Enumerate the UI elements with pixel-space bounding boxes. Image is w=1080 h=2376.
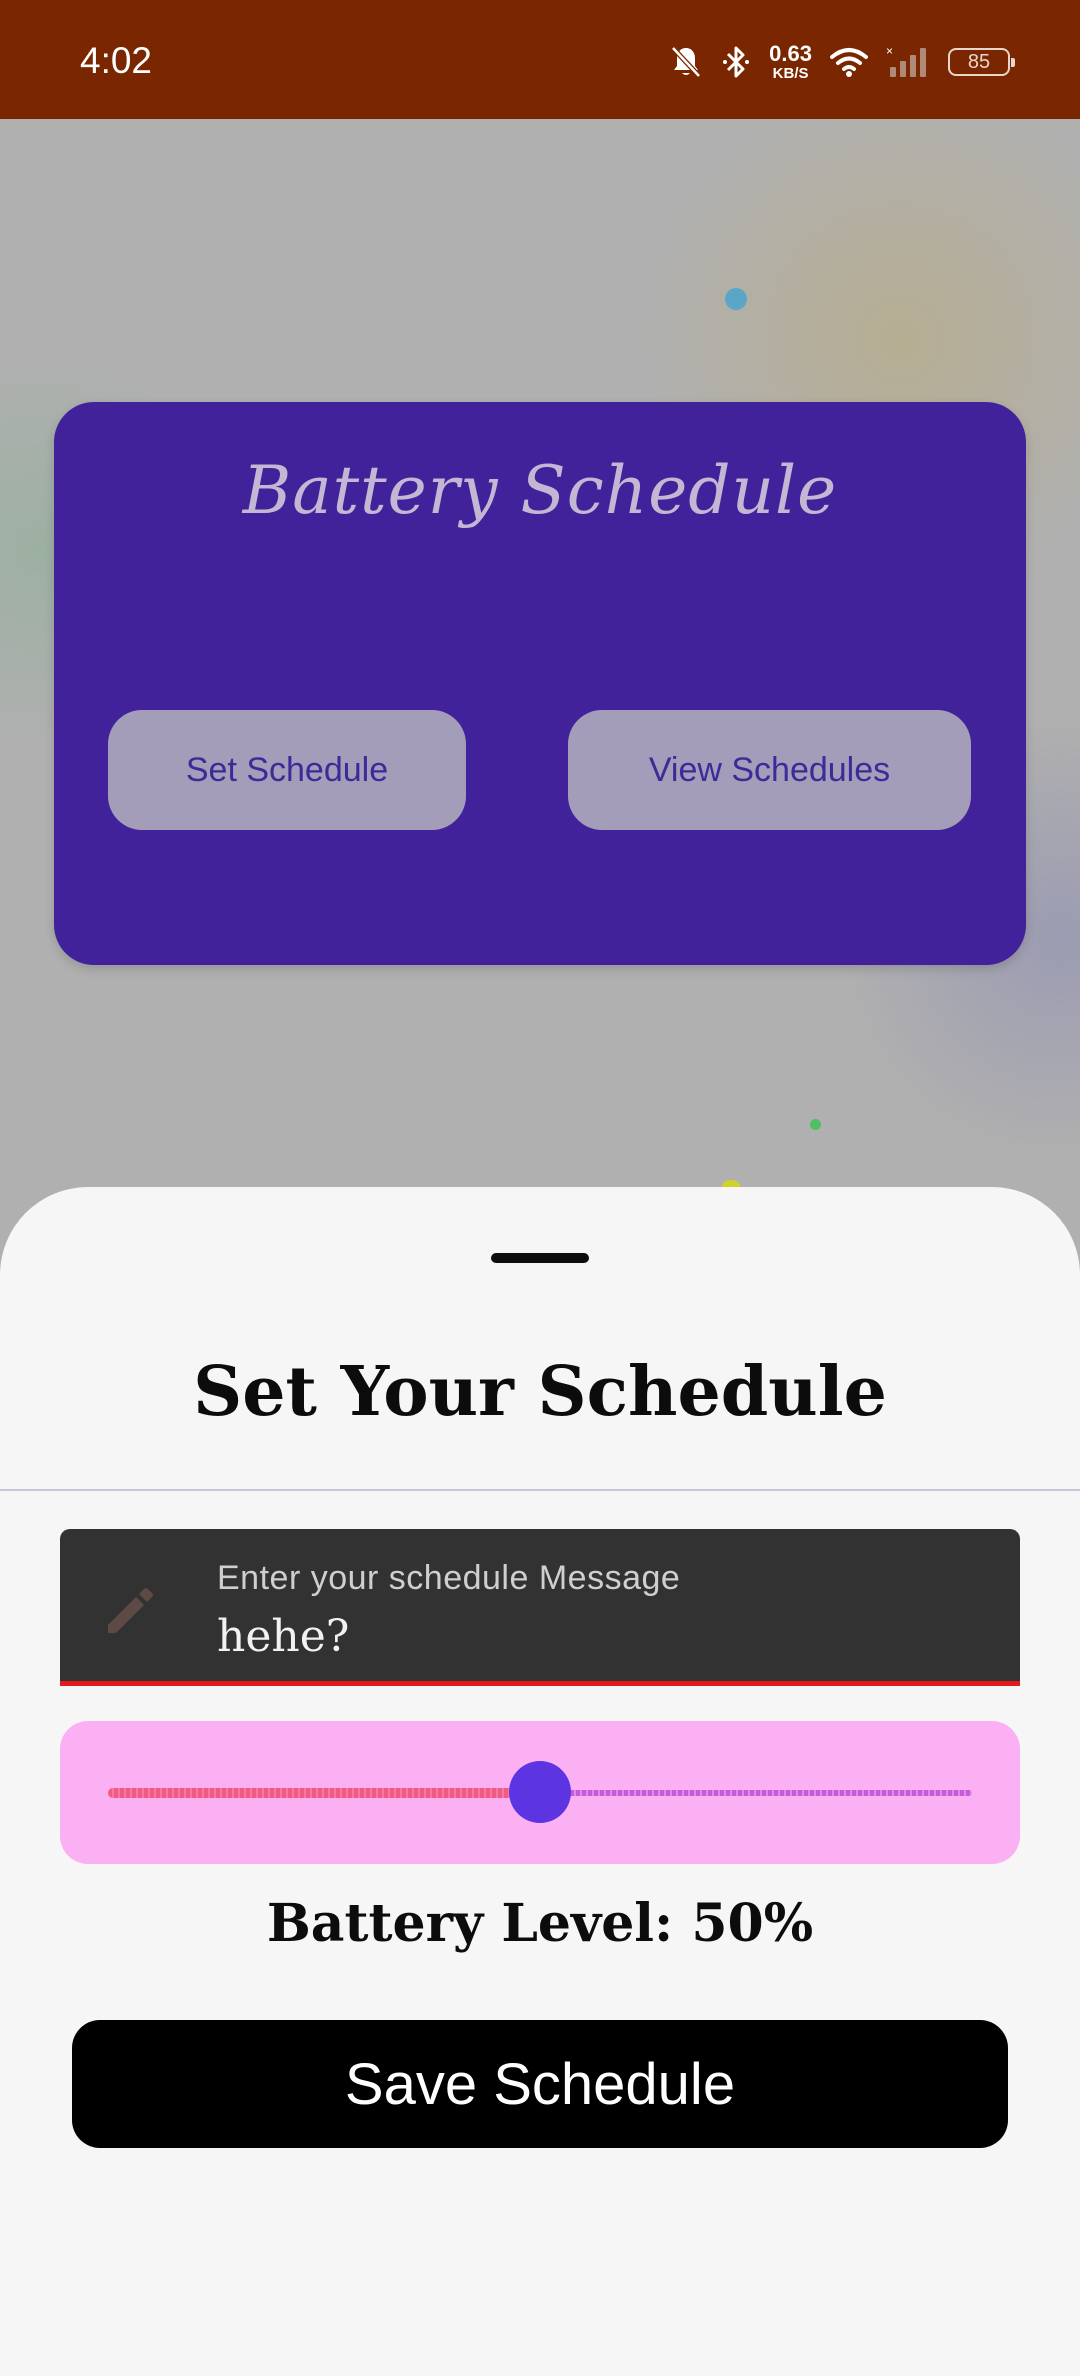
network-speed: 0.63 KB/S [769, 41, 812, 82]
save-schedule-button[interactable]: Save Schedule [72, 2020, 1008, 2148]
divider [0, 1489, 1080, 1491]
schedule-message-label: Enter your schedule Message [217, 1559, 681, 1597]
slider-thumb[interactable] [509, 1761, 571, 1823]
bell-off-icon [669, 44, 703, 80]
app-screen: 4:02 0.63 KB/S × 85 Battery Schedule Set… [0, 0, 1080, 2376]
status-time: 4:02 [80, 40, 153, 81]
network-speed-value: 0.63 [769, 41, 812, 66]
battery-level-text: Battery Level: 50% [266, 1893, 814, 1954]
set-schedule-button[interactable]: Set Schedule [108, 710, 466, 830]
schedule-message-field[interactable]: Enter your schedule Message [60, 1529, 1020, 1686]
battery-level-slider[interactable] [60, 1721, 1020, 1864]
bluetooth-icon [721, 44, 751, 80]
bottom-sheet: Set Your Schedule Enter your schedule Me… [0, 1187, 1080, 2376]
pencil-icon [100, 1579, 160, 1639]
decorative-dot [725, 288, 747, 310]
battery-icon: 85 [948, 48, 1015, 76]
sheet-title: Set Your Schedule [193, 1352, 887, 1432]
card-title: Battery Schedule [242, 452, 838, 529]
view-schedules-button[interactable]: View Schedules [568, 710, 971, 830]
schedule-message-input[interactable] [217, 1611, 977, 1662]
wifi-icon [830, 46, 868, 78]
network-speed-unit: KB/S [772, 65, 809, 82]
status-bar: 4:02 0.63 KB/S × 85 [0, 0, 1080, 119]
svg-text:×: × [886, 45, 893, 58]
slider-track-active [108, 1788, 540, 1798]
battery-schedule-card: Battery Schedule Set Schedule View Sched… [54, 402, 1026, 965]
slider-track-inactive [540, 1790, 972, 1796]
decorative-dot [810, 1119, 821, 1130]
status-icons: 0.63 KB/S × 85 [669, 38, 1015, 86]
signal-icon: × [886, 45, 930, 79]
sheet-drag-handle[interactable] [491, 1253, 589, 1263]
